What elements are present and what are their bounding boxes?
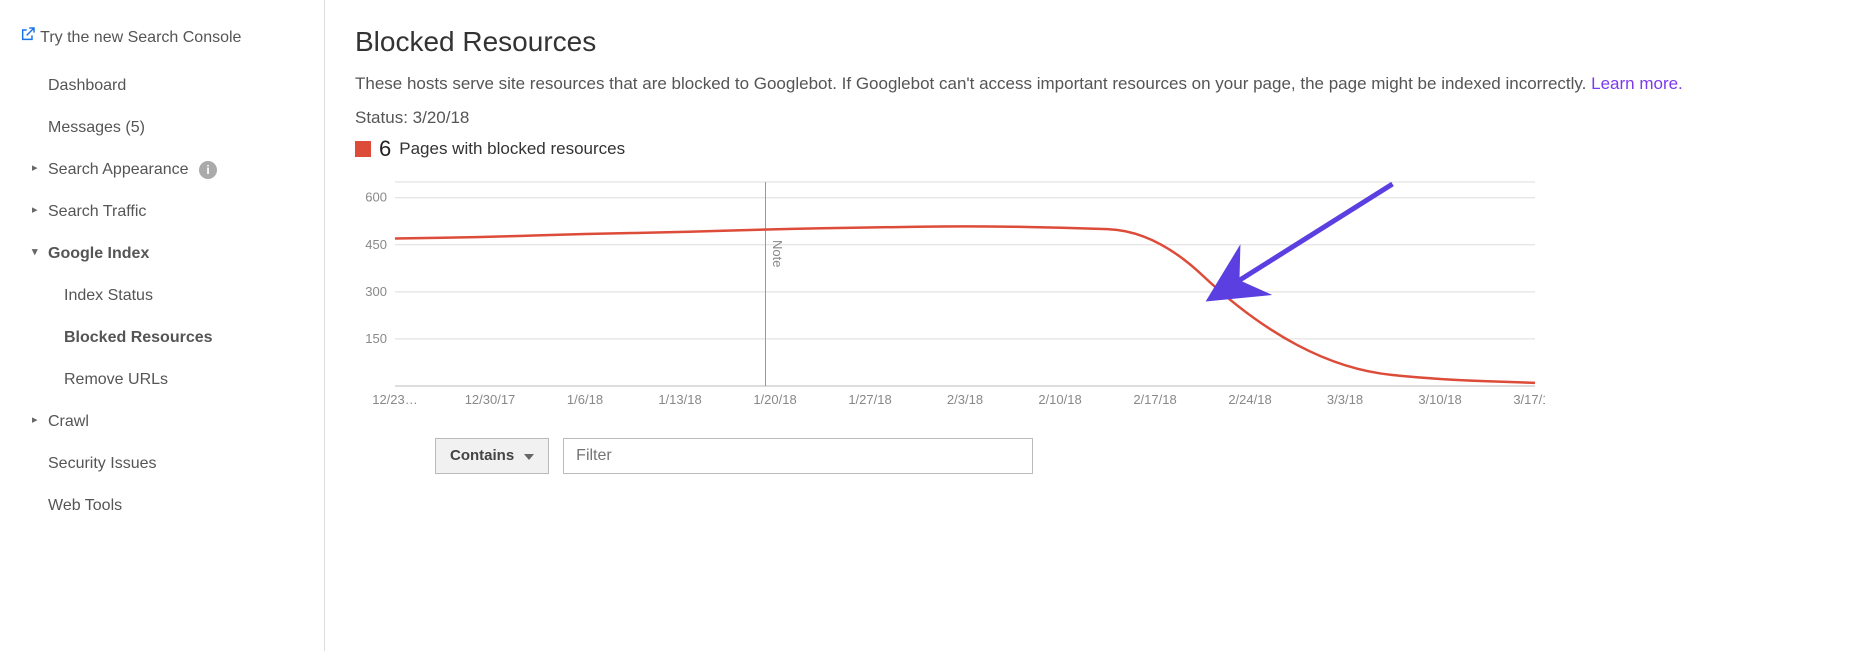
svg-text:Note: Note	[770, 240, 785, 267]
sidebar-item-index-status[interactable]: Index Status	[0, 275, 324, 317]
svg-text:2/24/18: 2/24/18	[1228, 392, 1271, 407]
svg-text:1/20/18: 1/20/18	[753, 392, 796, 407]
svg-text:600: 600	[365, 189, 387, 204]
filter-mode-dropdown[interactable]: Contains	[435, 438, 549, 474]
try-new-console-link[interactable]: Try the new Search Console	[0, 14, 324, 59]
svg-text:3/10/18: 3/10/18	[1418, 392, 1461, 407]
description-text: These hosts serve site resources that ar…	[355, 74, 1591, 93]
main-content: Blocked Resources These hosts serve site…	[325, 0, 1850, 651]
svg-text:1/27/18: 1/27/18	[848, 392, 891, 407]
page-title: Blocked Resources	[355, 26, 1820, 58]
blocked-resources-chart: 150 300 450 600 12/23… 12/30/17 1/6/18 1/13/18 1…	[355, 176, 1820, 414]
svg-text:150: 150	[365, 331, 387, 346]
page-description: These hosts serve site resources that ar…	[355, 72, 1820, 96]
svg-text:2/3/18: 2/3/18	[947, 392, 983, 407]
legend-label: Pages with blocked resources	[399, 139, 625, 159]
svg-text:12/30/17: 12/30/17	[465, 392, 516, 407]
svg-text:450: 450	[365, 237, 387, 252]
try-new-label: Try the new Search Console	[40, 29, 241, 46]
sidebar-item-google-index[interactable]: Google Index	[0, 233, 324, 275]
legend-count: 6	[379, 136, 391, 162]
sidebar-item-search-appearance[interactable]: Search Appearance i	[0, 149, 324, 191]
sidebar-item-messages[interactable]: Messages (5)	[0, 107, 324, 149]
filter-input[interactable]	[563, 438, 1033, 474]
svg-text:1/6/18: 1/6/18	[567, 392, 603, 407]
sidebar: Try the new Search Console Dashboard Mes…	[0, 0, 325, 651]
external-link-icon	[20, 29, 40, 46]
sidebar-item-search-traffic[interactable]: Search Traffic	[0, 191, 324, 233]
learn-more-link[interactable]: Learn more.	[1591, 74, 1683, 93]
legend-swatch	[355, 141, 371, 157]
svg-text:12/23…: 12/23…	[372, 392, 418, 407]
svg-text:300: 300	[365, 284, 387, 299]
svg-text:2/10/18: 2/10/18	[1038, 392, 1081, 407]
sidebar-label: Search Appearance	[48, 161, 189, 178]
filter-mode-label: Contains	[450, 447, 514, 464]
svg-text:2/17/18: 2/17/18	[1133, 392, 1176, 407]
svg-text:3/3/18: 3/3/18	[1327, 392, 1363, 407]
sidebar-item-security-issues[interactable]: Security Issues	[0, 443, 324, 485]
svg-text:3/17/18: 3/17/18	[1513, 392, 1545, 407]
status-text: Status: 3/20/18	[355, 108, 1820, 128]
info-icon: i	[199, 161, 217, 179]
sidebar-item-dashboard[interactable]: Dashboard	[0, 65, 324, 107]
filter-row: Contains	[355, 438, 1820, 474]
sidebar-item-remove-urls[interactable]: Remove URLs	[0, 359, 324, 401]
chevron-down-icon	[524, 447, 534, 464]
sidebar-item-blocked-resources[interactable]: Blocked Resources	[0, 317, 324, 359]
sidebar-item-crawl[interactable]: Crawl	[0, 401, 324, 443]
svg-text:1/13/18: 1/13/18	[658, 392, 701, 407]
sidebar-item-web-tools[interactable]: Web Tools	[0, 485, 324, 527]
chart-legend: 6 Pages with blocked resources	[355, 136, 1820, 162]
